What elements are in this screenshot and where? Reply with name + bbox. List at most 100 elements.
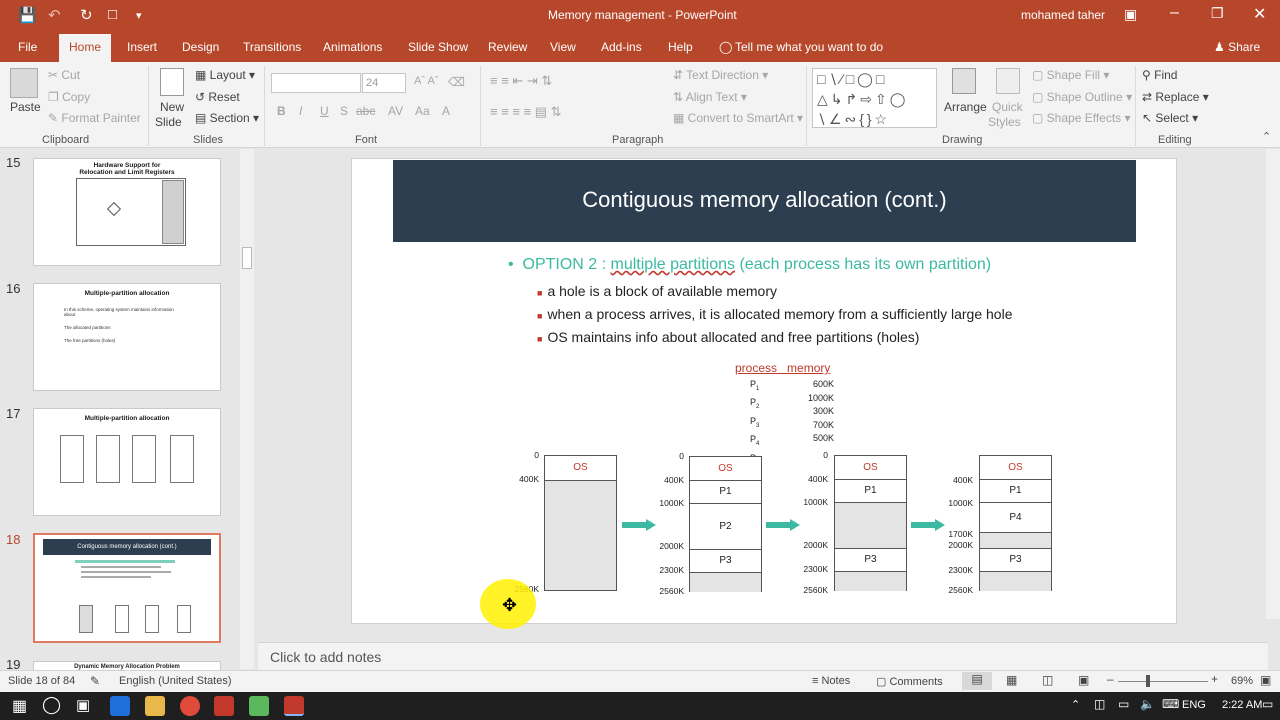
minimize-icon[interactable]: – <box>1170 4 1179 22</box>
memory-block-step-1[interactable]: OS P1 P2 P3 <box>689 456 762 592</box>
shapes-gallery[interactable]: □∖∕□◯□ △↳↱⇨⇧◯ ∖∠∾{}☆ <box>812 68 937 128</box>
replace-button[interactable]: ⇄ Replace ▾ <box>1142 90 1209 104</box>
battery-icon[interactable]: ▭ <box>1118 697 1129 711</box>
quick-styles-label-2[interactable]: Styles <box>988 115 1021 129</box>
scrollbar-thumb[interactable] <box>242 247 252 269</box>
memory-block-step-3[interactable]: OS P1 P4 P3 <box>979 455 1052 591</box>
section-button[interactable]: ▤ Section ▾ <box>195 111 259 125</box>
notes-pane[interactable]: Click to add notes <box>258 642 1268 670</box>
bullet-item[interactable]: ■ a hole is a block of available memory <box>537 283 777 299</box>
tab-review[interactable]: Review <box>488 40 527 54</box>
format-painter-button[interactable]: ✎ Format Painter <box>48 111 141 125</box>
close-icon[interactable]: ✕ <box>1253 4 1266 24</box>
tab-insert[interactable]: Insert <box>127 40 157 54</box>
char-spacing-button[interactable]: AV <box>388 104 403 118</box>
font-color-icon[interactable]: A <box>442 104 450 118</box>
share-button[interactable]: ♟ Share <box>1214 40 1260 54</box>
redo-icon[interactable]: ↻ <box>80 6 93 24</box>
shadow-button[interactable]: S <box>340 104 348 118</box>
tab-home[interactable]: Home <box>59 34 112 62</box>
slide-title[interactable]: Contiguous memory allocation (cont.) <box>393 187 1136 213</box>
zoom-slider-track[interactable] <box>1118 681 1208 682</box>
arrange-icon[interactable] <box>952 68 976 94</box>
new-slide-icon[interactable] <box>160 68 184 96</box>
comments-button[interactable]: ▢ Comments <box>876 675 943 688</box>
tab-animations[interactable]: Animations <box>323 40 382 54</box>
strikethrough-button[interactable]: abc <box>356 104 375 118</box>
bullet-item[interactable]: ■ when a process arrives, it is allocate… <box>537 306 1013 322</box>
tab-slide-show[interactable]: Slide Show <box>408 40 468 54</box>
slide-sorter-icon[interactable]: ▦ <box>1006 673 1017 687</box>
quick-styles-icon[interactable] <box>996 68 1020 94</box>
start-from-beginning-icon[interactable]: □ <box>108 6 117 23</box>
quick-styles-label-1[interactable]: Quick <box>992 100 1023 114</box>
bullets-icon[interactable]: ≡ ≡ ⇤ ⇥ ⇅ <box>490 73 552 89</box>
reset-button[interactable]: ↺ Reset <box>195 90 240 104</box>
grow-font-icon[interactable]: Aˆ Aˇ <box>414 75 438 87</box>
thumbnail-slide-15[interactable]: Hardware Support for Relocation and Limi… <box>33 158 221 266</box>
font-name-combo[interactable] <box>271 73 361 93</box>
paste-icon[interactable] <box>10 68 38 98</box>
notes-button[interactable]: ≡ Notes <box>812 675 850 687</box>
align-text-button[interactable]: ⇅ Align Text ▾ <box>673 90 747 104</box>
find-button[interactable]: ⚲ Find <box>1142 68 1177 82</box>
tab-help[interactable]: Help <box>668 40 693 54</box>
paste-button[interactable]: Paste <box>10 100 41 114</box>
fit-slide-icon[interactable]: ▣ <box>1260 673 1271 687</box>
slide-scrollbar[interactable] <box>1266 149 1280 619</box>
layout-button[interactable]: ▦ Layout ▾ <box>195 68 255 82</box>
zoom-out-icon[interactable]: – <box>1107 672 1114 686</box>
clock[interactable]: 2:22 AM <box>1222 699 1262 711</box>
align-icons[interactable]: ≡ ≡ ≡ ≡ ▤ ⇅ <box>490 104 562 120</box>
current-slide[interactable]: Contiguous memory allocation (cont.) • O… <box>351 158 1177 629</box>
select-button[interactable]: ↖ Select ▾ <box>1142 111 1198 125</box>
notes-placeholder[interactable]: Click to add notes <box>270 649 381 665</box>
customize-qat-icon[interactable]: ▾ <box>136 9 142 22</box>
reading-view-icon[interactable]: ◫ <box>1042 673 1053 687</box>
clear-formatting-icon[interactable]: ⌫ <box>448 75 465 89</box>
network-icon[interactable]: ◫ <box>1094 697 1105 711</box>
text-direction-button[interactable]: ⇵ Text Direction ▾ <box>673 68 768 82</box>
edge-icon[interactable] <box>110 696 130 716</box>
cut-button[interactable]: ✂ Cut <box>48 68 80 82</box>
windows-start-icon[interactable]: ▦ <box>12 696 27 716</box>
chrome-icon[interactable] <box>180 696 200 716</box>
copy-button[interactable]: ❐ Copy <box>48 90 90 104</box>
memory-block-initial[interactable]: OS <box>544 455 617 591</box>
bullet-item[interactable]: ■ OS maintains info about allocated and … <box>537 329 919 345</box>
bold-button[interactable]: B <box>277 104 286 118</box>
shape-outline-button[interactable]: ▢ Shape Outline ▾ <box>1032 90 1132 104</box>
camtasia-icon[interactable] <box>249 696 269 716</box>
spell-check-icon[interactable]: ✎ <box>90 674 100 688</box>
tab-add-ins[interactable]: Add-ins <box>601 40 642 54</box>
thumbnail-slide-17[interactable]: Multiple-partition allocation <box>33 408 221 516</box>
shape-effects-button[interactable]: ▢ Shape Effects ▾ <box>1032 111 1131 125</box>
keyboard-icon[interactable]: ⌨ <box>1162 697 1179 711</box>
font-size-combo[interactable]: 24 <box>362 73 406 93</box>
collapse-ribbon-icon[interactable]: ⌃ <box>1262 130 1271 143</box>
ribbon-display-icon[interactable]: ▣ <box>1124 6 1137 23</box>
thumbnail-slide-16[interactable]: Multiple-partition allocation In this sc… <box>33 283 221 391</box>
save-icon[interactable]: 💾 <box>18 6 37 24</box>
option-line[interactable]: • OPTION 2 : multiple partitions (each p… <box>508 256 991 274</box>
tray-chevron-icon[interactable]: ⌃ <box>1071 698 1080 711</box>
arrange-button[interactable]: Arrange <box>944 100 987 114</box>
new-slide-label-2[interactable]: Slide <box>155 115 182 129</box>
change-case-button[interactable]: Aa <box>415 104 430 118</box>
normal-view-icon[interactable]: ▤ <box>962 672 992 690</box>
new-slide-label-1[interactable]: New <box>160 100 184 114</box>
language-indicator[interactable]: English (United States) <box>119 675 232 687</box>
tab-design[interactable]: Design <box>182 40 219 54</box>
convert-smartart-button[interactable]: ▦ Convert to SmartArt ▾ <box>673 111 803 125</box>
undo-icon[interactable]: ↶ <box>48 6 61 24</box>
restore-icon[interactable]: ❐ <box>1211 5 1224 22</box>
shape-fill-button[interactable]: ▢ Shape Fill ▾ <box>1032 68 1109 82</box>
user-name[interactable]: mohamed taher <box>1021 8 1105 22</box>
thumbnail-slide-18[interactable]: Contiguous memory allocation (cont.) <box>33 533 221 643</box>
slide-show-icon[interactable]: ▣ <box>1078 673 1089 687</box>
tell-me-search[interactable]: Tell me what you want to do <box>735 40 883 54</box>
underline-button[interactable]: U <box>320 104 329 118</box>
memory-block-step-2[interactable]: OS P1 P3 <box>834 455 907 591</box>
zoom-slider-thumb[interactable] <box>1146 675 1150 687</box>
volume-icon[interactable]: 🔈 <box>1140 697 1155 711</box>
